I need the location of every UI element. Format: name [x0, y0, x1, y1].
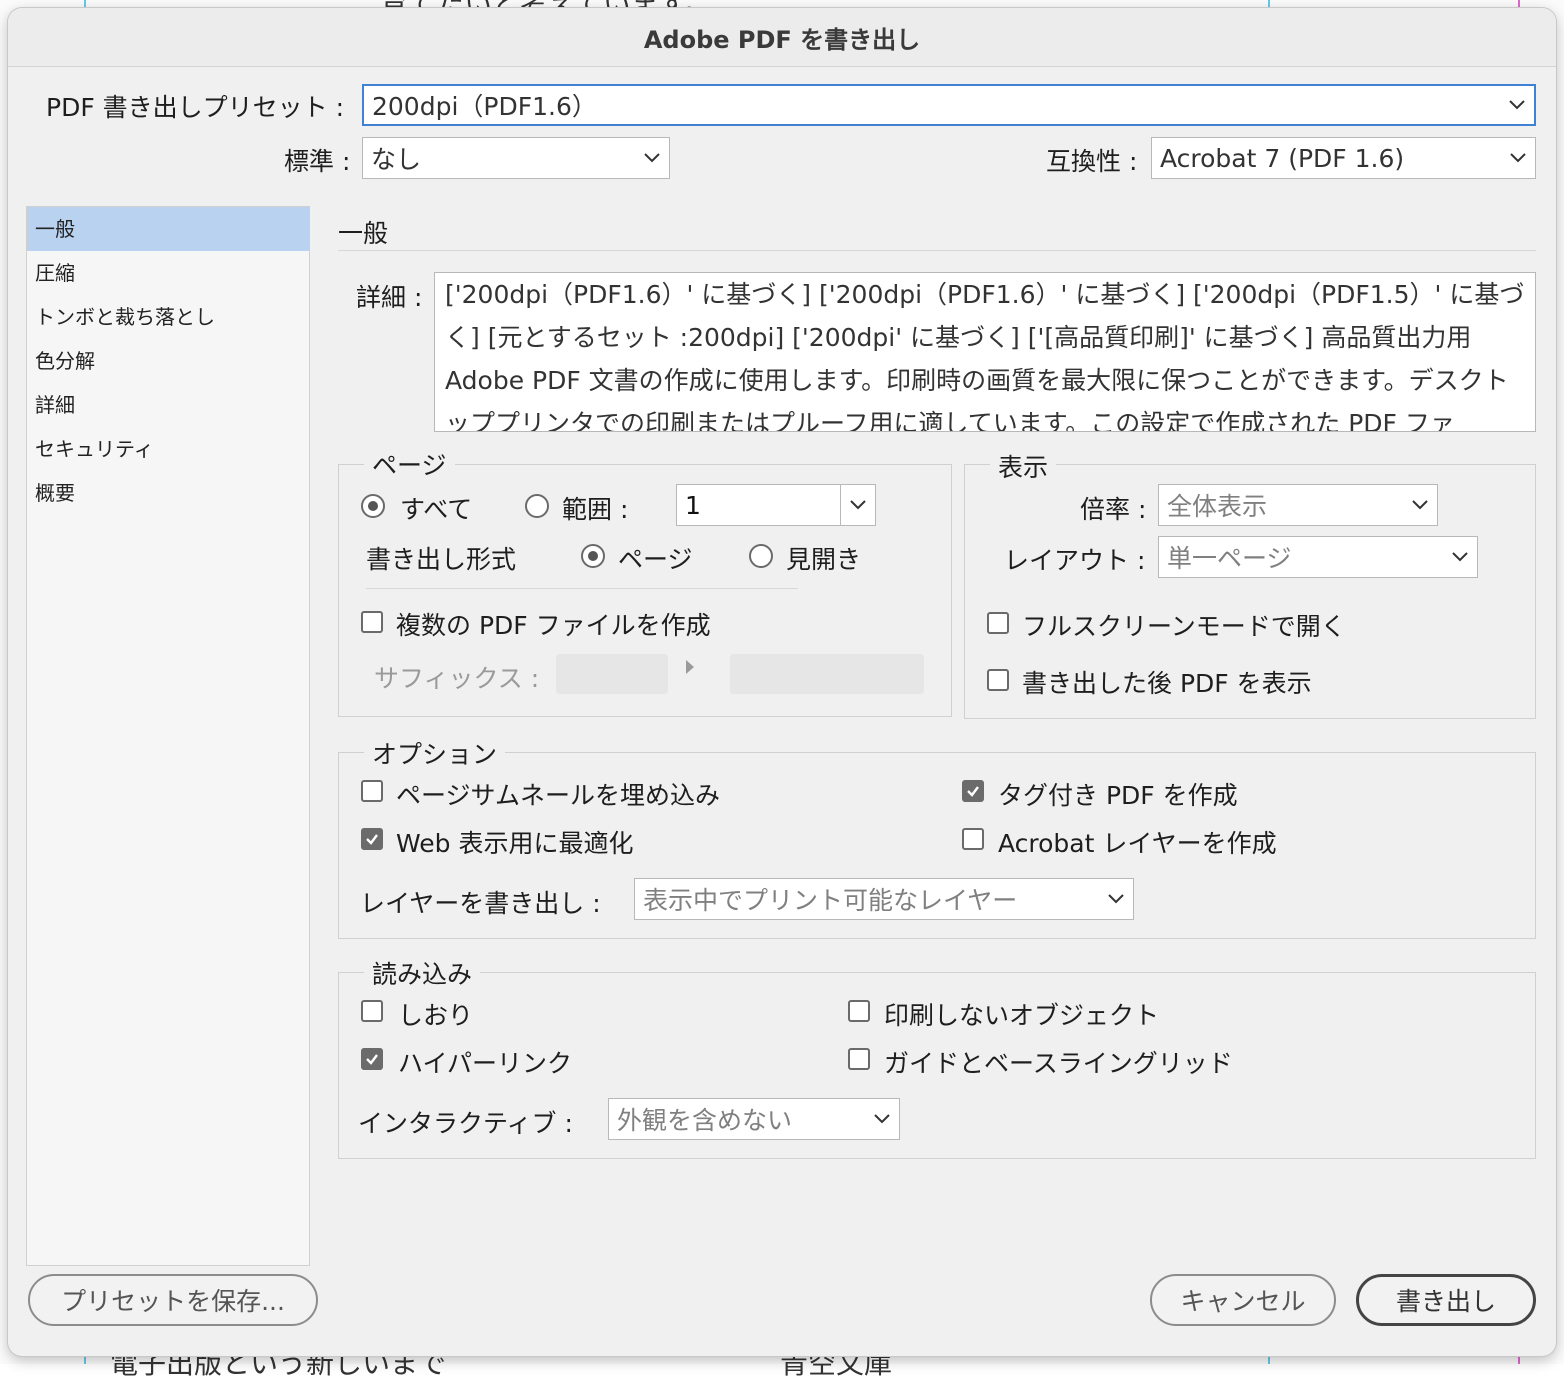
interactive-label: インタラクティブ :	[358, 1109, 573, 1138]
acrobat-layers-checkbox[interactable]	[962, 828, 984, 850]
bookmarks-checkbox[interactable]	[361, 1000, 383, 1022]
section-divider	[338, 250, 1536, 251]
export-spreads-label: 見開き	[786, 545, 862, 574]
view-after-checkbox[interactable]	[987, 669, 1009, 691]
fullscreen-label: フルスクリーンモードで開く	[1022, 612, 1346, 641]
sidebar-item-output[interactable]: 色分解	[27, 339, 309, 383]
chevron-down-icon	[1500, 100, 1534, 110]
compat-value: Acrobat 7 (PDF 1.6)	[1160, 143, 1405, 173]
preset-select[interactable]: 200dpi（PDF1.6）	[362, 84, 1536, 126]
multi-pdf-checkbox[interactable]	[361, 611, 383, 633]
fullscreen-checkbox[interactable]	[987, 612, 1009, 634]
guides-label: ガイドとベースライングリッド	[884, 1049, 1233, 1078]
all-pages-radio[interactable]	[361, 494, 385, 518]
layout-label: レイアウト :	[1004, 546, 1146, 575]
acrobat-layers-label: Acrobat レイヤーを作成	[998, 829, 1277, 858]
tagged-pdf-label: タグ付き PDF を作成	[998, 781, 1238, 810]
pages-legend: ページ	[364, 446, 455, 482]
export-as-label: 書き出し形式	[366, 545, 517, 574]
compat-select[interactable]: Acrobat 7 (PDF 1.6)	[1151, 137, 1536, 179]
options-legend: オプション	[364, 735, 506, 771]
view-legend: 表示	[990, 448, 1057, 484]
pages-divider	[366, 588, 798, 589]
hyperlinks-label: ハイパーリンク	[398, 1049, 573, 1078]
export-layers-label: レイヤーを書き出し :	[360, 889, 601, 918]
range-label: 範囲 :	[562, 495, 629, 524]
suffix-field-2	[730, 654, 924, 694]
cancel-button[interactable]: キャンセル	[1150, 1274, 1336, 1326]
chevron-down-icon	[841, 500, 875, 510]
interactive-select[interactable]: 外観を含めない	[608, 1098, 900, 1140]
chevron-down-icon	[1099, 894, 1133, 904]
export-pdf-dialog: Adobe PDF を書き出し PDF 書き出しプリセット : 200dpi（P…	[8, 8, 1556, 1356]
sidebar-item-marks-bleeds[interactable]: トンボと裁ち落とし	[27, 295, 309, 339]
range-radio[interactable]	[525, 494, 549, 518]
preset-label: PDF 書き出しプリセット :	[46, 93, 345, 122]
zoom-value: 全体表示	[1167, 492, 1268, 521]
sidebar-item-general[interactable]: 一般	[27, 207, 309, 251]
chevron-down-icon	[1403, 500, 1437, 510]
chevron-down-icon	[1501, 153, 1535, 163]
layout-select[interactable]: 単一ページ	[1158, 536, 1478, 578]
guides-checkbox[interactable]	[848, 1048, 870, 1070]
zoom-select[interactable]: 全体表示	[1158, 484, 1438, 526]
caret-right-icon	[684, 658, 696, 680]
sidebar-item-summary[interactable]: 概要	[27, 471, 309, 515]
export-button[interactable]: 書き出し	[1356, 1274, 1536, 1326]
web-optimize-checkbox[interactable]	[361, 828, 383, 850]
nonprint-checkbox[interactable]	[848, 1000, 870, 1022]
compat-label: 互換性 :	[1046, 147, 1138, 176]
range-combobox[interactable]: 1	[676, 484, 876, 526]
range-value[interactable]: 1	[677, 485, 841, 525]
thumbnails-label: ページサムネールを埋め込み	[396, 781, 721, 810]
bookmarks-label: しおり	[398, 1001, 474, 1030]
nonprint-label: 印刷しないオブジェクト	[884, 1001, 1160, 1030]
detail-label: 詳細 :	[356, 283, 423, 312]
tagged-pdf-checkbox[interactable]	[962, 780, 984, 802]
multi-pdf-label: 複数の PDF ファイルを作成	[396, 611, 711, 640]
sidebar-item-advanced[interactable]: 詳細	[27, 383, 309, 427]
chevron-down-icon	[635, 153, 669, 163]
detail-textarea[interactable]: ['200dpi（PDF1.6）' に基づく] ['200dpi（PDF1.6）…	[434, 272, 1536, 432]
export-spreads-radio[interactable]	[749, 544, 773, 568]
zoom-label: 倍率 :	[1080, 495, 1147, 524]
detail-text: ['200dpi（PDF1.6）' に基づく] ['200dpi（PDF1.6）…	[445, 280, 1525, 432]
sidebar-item-compression[interactable]: 圧縮	[27, 251, 309, 295]
chevron-down-icon	[865, 1114, 899, 1124]
chevron-down-icon	[1443, 552, 1477, 562]
suffix-label: サフィックス :	[374, 664, 540, 693]
web-optimize-label: Web 表示用に最適化	[396, 829, 634, 858]
hyperlinks-checkbox[interactable]	[361, 1048, 383, 1070]
dialog-title: Adobe PDF を書き出し	[8, 8, 1556, 67]
export-layers-select[interactable]: 表示中でプリント可能なレイヤー	[634, 878, 1134, 920]
export-pages-radio[interactable]	[581, 544, 605, 568]
interactive-value: 外観を含めない	[617, 1106, 793, 1135]
save-preset-button[interactable]: プリセットを保存...	[28, 1274, 318, 1326]
suffix-field	[556, 654, 668, 694]
sidebar-item-security[interactable]: セキュリティ	[27, 427, 309, 471]
view-after-label: 書き出した後 PDF を表示	[1022, 669, 1312, 698]
export-pages-label: ページ	[618, 545, 693, 574]
preset-value: 200dpi（PDF1.6）	[372, 92, 597, 121]
standard-value: なし	[371, 145, 422, 174]
thumbnails-checkbox[interactable]	[361, 780, 383, 802]
export-layers-value: 表示中でプリント可能なレイヤー	[643, 886, 1018, 915]
include-legend: 読み込み	[364, 955, 481, 991]
section-title: 一般	[338, 219, 389, 248]
standard-label: 標準 :	[284, 147, 351, 176]
standard-select[interactable]: なし	[362, 137, 670, 179]
layout-value: 単一ページ	[1167, 544, 1292, 573]
all-pages-label: すべて	[400, 495, 473, 524]
category-sidebar: 一般 圧縮 トンボと裁ち落とし 色分解 詳細 セキュリティ 概要	[26, 206, 310, 1266]
